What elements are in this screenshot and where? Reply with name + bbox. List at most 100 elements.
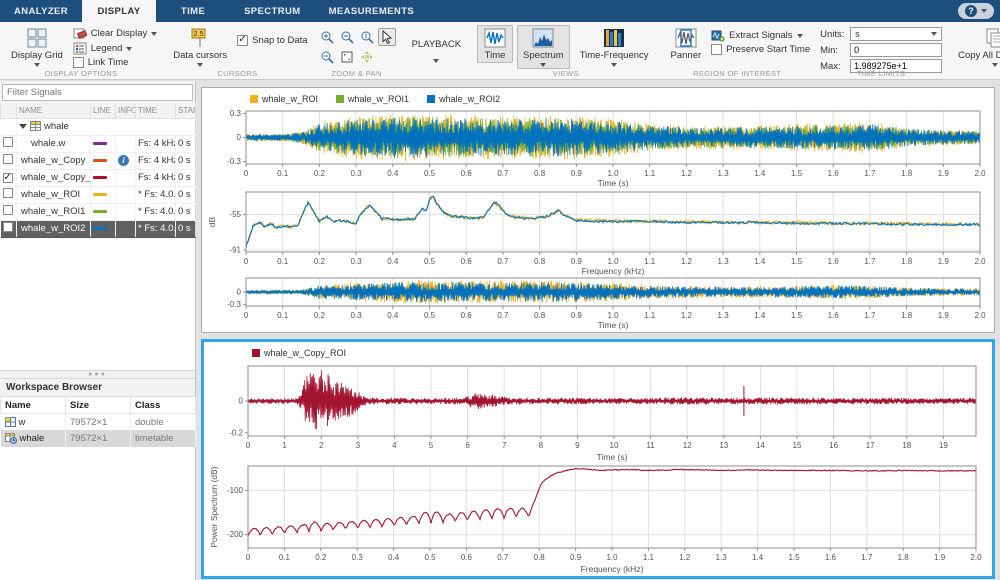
svg-text:0.5: 0.5: [424, 553, 436, 562]
playback-button[interactable]: PLAYBACK: [406, 25, 467, 65]
time-view-button[interactable]: Time: [477, 25, 513, 63]
plot-signal-checkbox[interactable]: [3, 137, 13, 147]
workspace-column-header[interactable]: Class: [131, 397, 196, 413]
display-2-selected[interactable]: whale_w_Copy_ROI 01234567891011121314151…: [201, 339, 995, 579]
display-1[interactable]: whale_w_ROI whale_w_ROI1 whale_w_ROI2 00.1…: [201, 87, 995, 333]
extract-signals-button[interactable]: Extract Signals: [711, 29, 810, 42]
data-cursors-icon: 2.5: [188, 27, 212, 49]
time-frequency-view-button[interactable]: Time-Frequency: [574, 25, 655, 69]
svg-text:1.5: 1.5: [791, 257, 803, 266]
workspace-row[interactable]: whale79572×1timetable: [1, 430, 196, 447]
svg-text:9: 9: [575, 441, 580, 450]
collapse-caret-icon[interactable]: [19, 124, 27, 129]
svg-text:Time (s): Time (s): [598, 178, 629, 188]
min-time-input[interactable]: [850, 43, 942, 57]
link-time-checkbox-box[interactable]: [73, 57, 84, 68]
display-2-spectrum-plot[interactable]: 00.10.20.30.40.50.60.70.80.91.01.11.21.3…: [208, 462, 988, 574]
svg-text:1.9: 1.9: [938, 169, 950, 178]
display-grid-button[interactable]: Display Grid: [5, 25, 69, 69]
signal-row[interactable]: whale_w_ROI1* Fs: 4.0...0 s: [1, 203, 196, 220]
line-style-swatch[interactable]: [93, 142, 107, 145]
signal-column-header[interactable]: NAME: [17, 103, 91, 118]
signal-group-row[interactable]: whale: [1, 118, 196, 135]
line-style-swatch[interactable]: [93, 227, 107, 230]
panel-splitter[interactable]: ●●●: [0, 370, 195, 379]
zoom-y-icon[interactable]: [358, 28, 376, 46]
fit-to-view-icon[interactable]: [338, 48, 356, 66]
workspace-column-header[interactable]: Name: [1, 397, 66, 413]
link-time-checkbox[interactable]: Link Time: [73, 57, 158, 68]
svg-text:1.0: 1.0: [606, 553, 618, 562]
filter-signals-input[interactable]: [2, 84, 193, 101]
signal-column-header[interactable]: LINE: [91, 103, 116, 118]
workspace-row[interactable]: w79572×1double: [1, 413, 196, 430]
svg-text:10: 10: [610, 441, 619, 450]
display-1-panner[interactable]: 00.10.20.30.40.50.60.70.80.91.01.11.21.3…: [206, 276, 990, 330]
line-style-swatch[interactable]: [93, 210, 107, 213]
line-style-swatch[interactable]: [93, 193, 107, 196]
svg-text:0.3: 0.3: [351, 311, 363, 320]
snap-to-data-checkbox[interactable]: Snap to Data: [237, 35, 307, 46]
units-select[interactable]: s: [850, 27, 942, 41]
zoom-out-icon[interactable]: [318, 48, 336, 66]
svg-text:Time (s): Time (s): [598, 320, 629, 330]
signal-column-header[interactable]: TIME: [136, 103, 176, 118]
tab-measurements[interactable]: MEASUREMENTS: [315, 0, 429, 22]
spectrum-view-button[interactable]: Spectrum: [517, 25, 570, 69]
svg-text:-200: -200: [227, 530, 244, 539]
display-1-time-plot[interactable]: 00.10.20.30.40.50.60.70.80.91.01.11.21.3…: [206, 108, 990, 188]
signal-time: * Fs: 4.0...: [136, 220, 176, 237]
tab-display[interactable]: DISPLAY: [82, 0, 156, 22]
line-style-swatch[interactable]: [93, 159, 107, 162]
workspace-column-header[interactable]: Size: [66, 397, 131, 413]
svg-text:6: 6: [465, 441, 470, 450]
clear-display-button[interactable]: Clear Display: [73, 27, 158, 40]
signal-row[interactable]: whale_w_CopyiFs: 4 kHz0 s: [1, 152, 196, 169]
zoom-in-icon[interactable]: [318, 28, 336, 46]
snap-to-data-checkbox-box[interactable]: [237, 35, 248, 46]
svg-text:0: 0: [244, 311, 249, 320]
plot-signal-checkbox[interactable]: [3, 205, 13, 215]
signal-row[interactable]: whale.wFs: 4 kHz0 s: [1, 135, 196, 152]
signal-time: * Fs: 4.0...: [136, 203, 176, 220]
panner-button[interactable]: Panner: [665, 25, 708, 63]
preserve-start-time-checkbox[interactable]: Preserve Start Time: [711, 44, 810, 55]
svg-text:1.9: 1.9: [938, 257, 950, 266]
tab-analyzer[interactable]: ANALYZER: [0, 0, 82, 22]
svg-text:1.3: 1.3: [718, 169, 730, 178]
plot-signal-checkbox[interactable]: [3, 173, 13, 183]
plot-signal-checkbox[interactable]: [3, 222, 13, 232]
copy-all-displays-button[interactable]: Copy All Displays: [952, 25, 1000, 69]
legend-item[interactable]: whale_w_ROI1: [336, 94, 409, 104]
svg-text:1.6: 1.6: [828, 257, 840, 266]
legend-item[interactable]: whale_w_ROI: [250, 94, 318, 104]
display-2-time-plot[interactable]: 0123456789101112131415161718190-0.2Time …: [208, 362, 988, 462]
legend-item[interactable]: whale_w_Copy_ROI: [252, 348, 346, 358]
preserve-start-time-checkbox-box[interactable]: [711, 44, 722, 55]
svg-text:5: 5: [429, 441, 434, 450]
signal-name: whale.w: [17, 135, 91, 152]
zoom-x-icon[interactable]: [338, 28, 356, 46]
data-cursors-button[interactable]: 2.5 Data cursors: [167, 25, 233, 69]
signal-row[interactable]: whale_w_ROI* Fs: 4.0...0 s: [1, 186, 196, 203]
line-style-swatch[interactable]: [93, 176, 107, 179]
help-button[interactable]: ?: [958, 3, 994, 19]
tab-spectrum[interactable]: SPECTRUM: [230, 0, 315, 22]
svg-text:2: 2: [319, 441, 324, 450]
signal-column-header[interactable]: INFO: [116, 103, 136, 118]
legend-button[interactable]: Legend: [73, 42, 158, 55]
display-1-spectrum-plot[interactable]: 00.10.20.30.40.50.60.70.80.91.01.11.21.3…: [206, 188, 990, 276]
chevron-down-icon: [433, 59, 439, 63]
tab-time[interactable]: TIME: [156, 0, 230, 22]
plot-signal-checkbox[interactable]: [3, 188, 13, 198]
signal-column-header[interactable]: START: [176, 103, 196, 118]
signal-column-header[interactable]: [1, 103, 17, 118]
signal-row[interactable]: whale_w_Copy_...Fs: 4 kHz0 s: [1, 169, 196, 186]
signal-row[interactable]: whale_w_ROI2* Fs: 4.0...0 s: [1, 220, 196, 237]
plot-signal-checkbox[interactable]: [3, 154, 13, 164]
pointer-tool-icon[interactable]: [378, 28, 396, 46]
svg-text:0.5: 0.5: [424, 169, 436, 178]
info-icon[interactable]: i: [118, 155, 129, 166]
legend-item[interactable]: whale_w_ROI2: [427, 94, 500, 104]
pan-icon[interactable]: [358, 48, 376, 66]
